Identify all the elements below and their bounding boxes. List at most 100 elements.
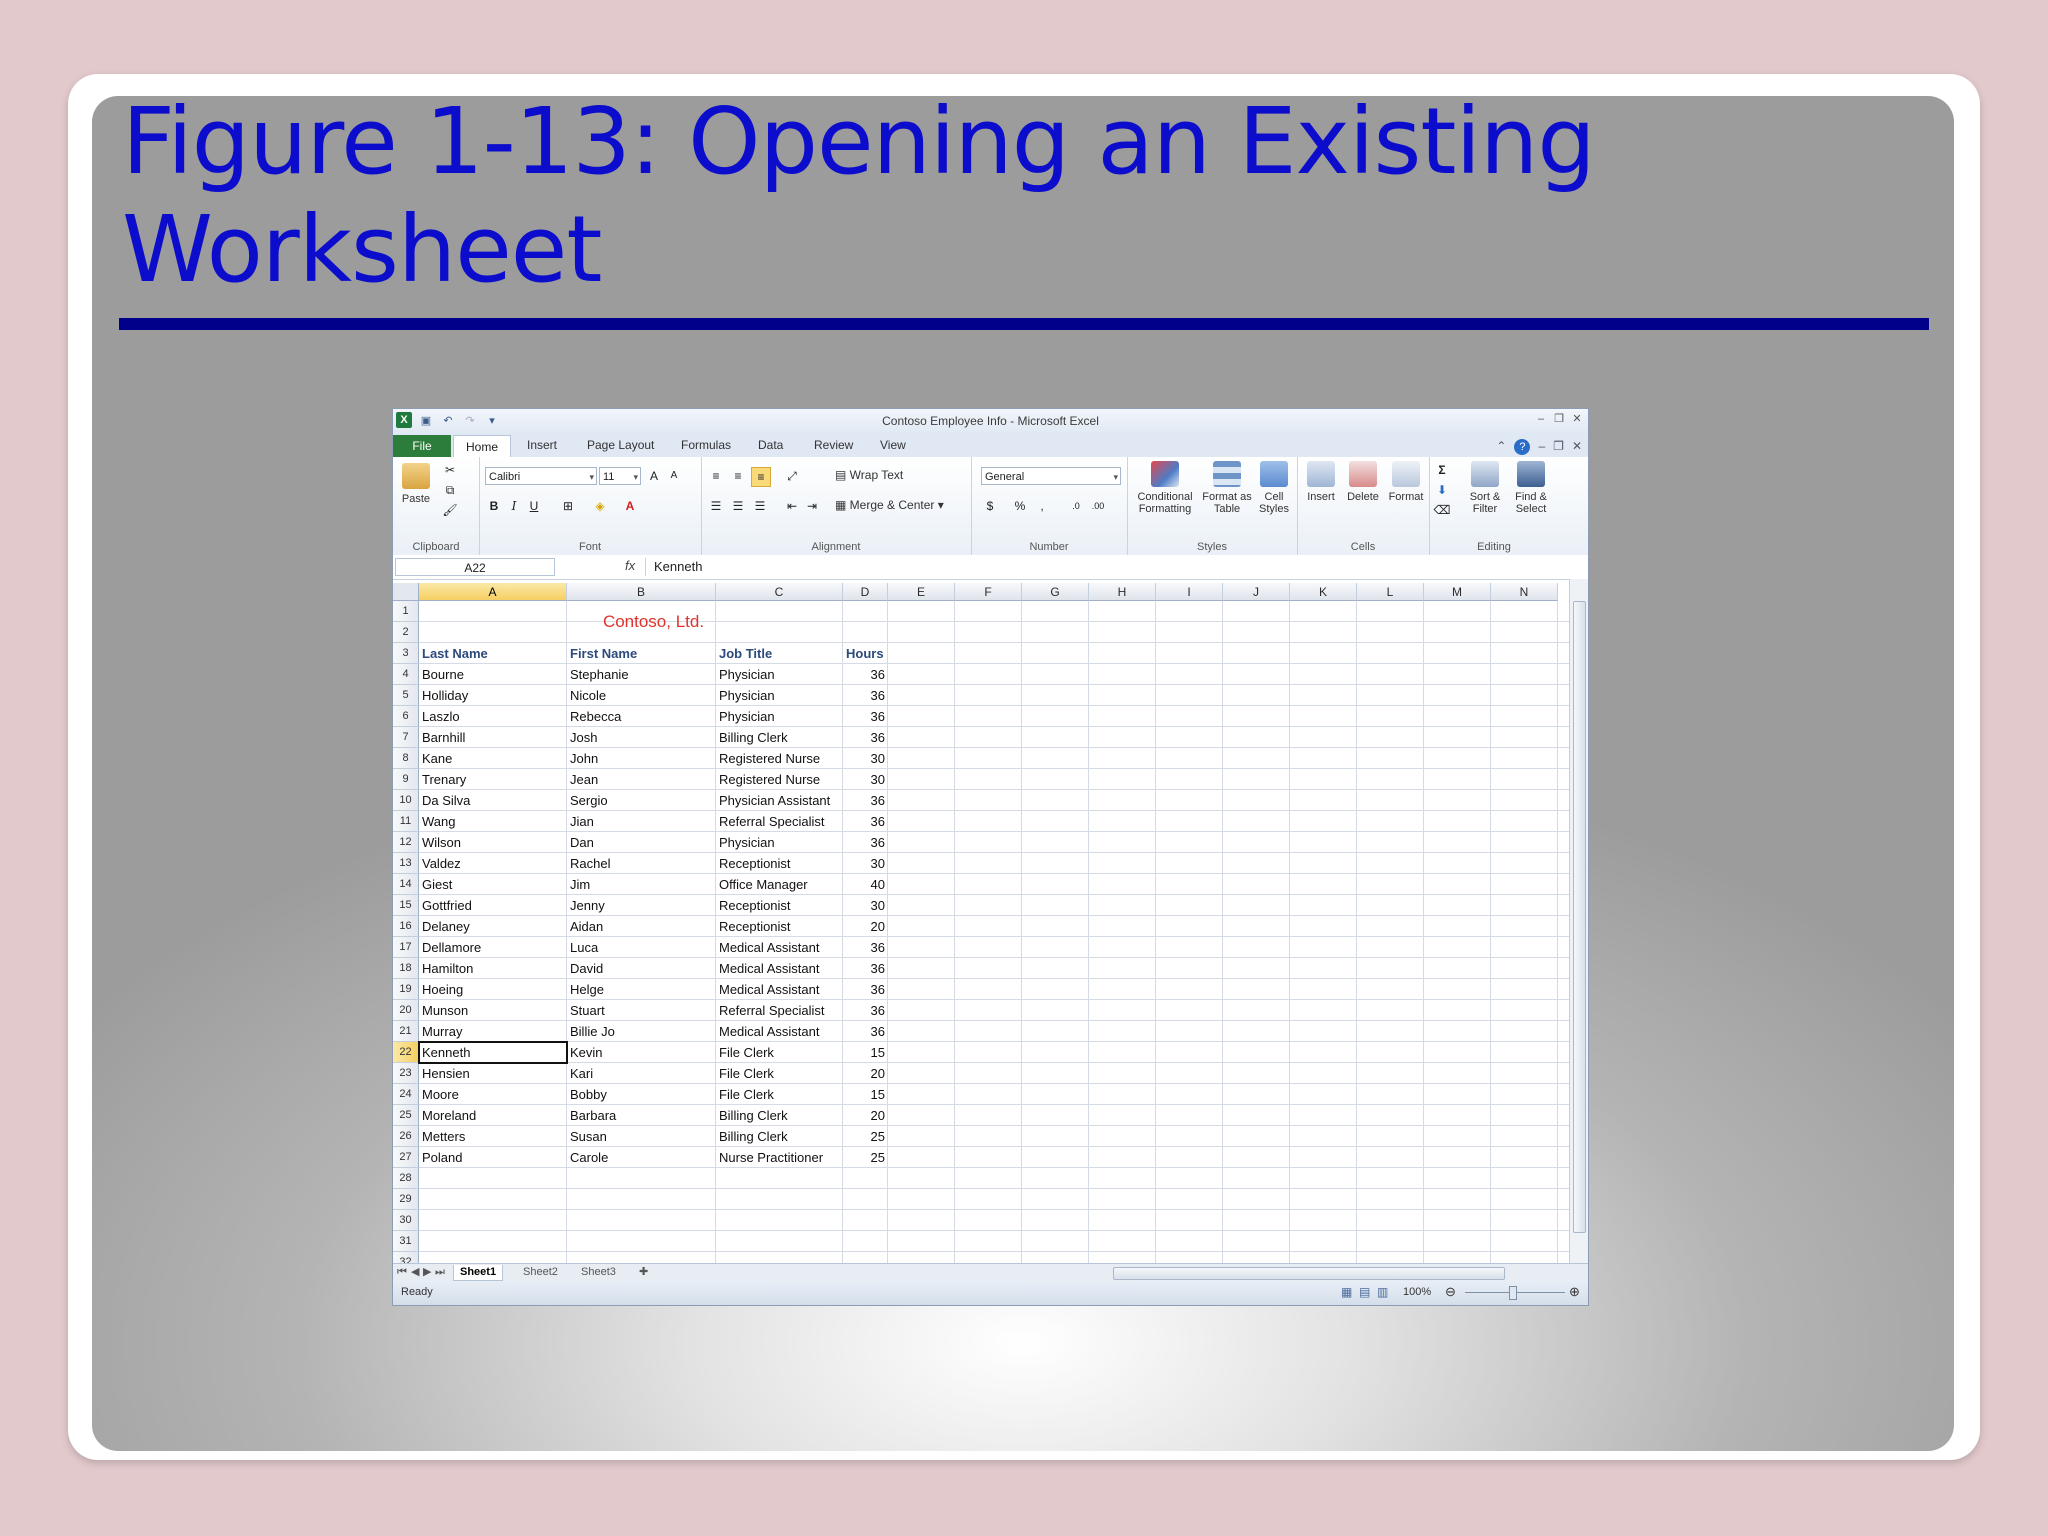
bold-button[interactable]: B <box>485 497 503 515</box>
table-cell[interactable]: Sergio <box>567 790 716 811</box>
comma-button[interactable]: , <box>1033 497 1051 515</box>
table-cell[interactable]: Registered Nurse <box>716 748 843 769</box>
align-middle-icon[interactable]: ≡ <box>729 467 747 485</box>
autosum-icon[interactable]: Σ <box>1433 461 1451 479</box>
table-cell[interactable]: Jenny <box>567 895 716 916</box>
column-header-h[interactable]: H <box>1089 583 1156 601</box>
font-color-icon[interactable]: A <box>621 497 639 515</box>
delete-cells-button[interactable]: Delete <box>1343 461 1383 503</box>
table-cell[interactable]: Rebecca <box>567 706 716 727</box>
merge-center-button[interactable]: ▦ Merge & Center ▾ <box>835 499 944 511</box>
zoom-slider-thumb[interactable] <box>1509 1286 1517 1300</box>
underline-button[interactable]: U <box>525 497 543 515</box>
table-cell[interactable]: Medical Assistant <box>716 979 843 1000</box>
table-cell[interactable]: Billing Clerk <box>716 727 843 748</box>
paste-button[interactable]: Paste <box>399 463 433 505</box>
table-cell[interactable]: 15 <box>843 1042 888 1063</box>
table-cell[interactable]: Receptionist <box>716 916 843 937</box>
page-break-view-icon[interactable]: ▥ <box>1377 1285 1388 1299</box>
table-cell[interactable]: 20 <box>843 1063 888 1084</box>
table-cell[interactable]: Stuart <box>567 1000 716 1021</box>
table-cell[interactable]: Susan <box>567 1126 716 1147</box>
column-header-n[interactable]: N <box>1491 583 1558 601</box>
table-cell[interactable]: Bobby <box>567 1084 716 1105</box>
cut-icon[interactable]: ✂ <box>441 461 459 479</box>
table-cell[interactable]: Medical Assistant <box>716 937 843 958</box>
italic-button[interactable]: I <box>505 497 523 515</box>
wrap-text-button[interactable]: ▤ Wrap Text <box>835 469 903 481</box>
select-all-corner[interactable] <box>393 583 419 601</box>
sort-filter-button[interactable]: Sort & Filter <box>1463 461 1507 515</box>
format-as-table-button[interactable]: Format as Table <box>1201 461 1253 515</box>
cell-styles-button[interactable]: Cell Styles <box>1253 461 1295 515</box>
table-cell[interactable]: 15 <box>843 1084 888 1105</box>
restore-icon[interactable]: ❐ <box>1552 412 1566 426</box>
table-cell[interactable]: Josh <box>567 727 716 748</box>
row-header-19[interactable]: 19 <box>393 979 419 1000</box>
table-cell[interactable]: Kari <box>567 1063 716 1084</box>
row-header-11[interactable]: 11 <box>393 811 419 832</box>
table-cell[interactable]: 20 <box>843 1105 888 1126</box>
percent-button[interactable]: % <box>1011 497 1029 515</box>
table-cell[interactable]: 30 <box>843 853 888 874</box>
vertical-scroll-thumb[interactable] <box>1573 601 1586 1233</box>
column-header-i[interactable]: I <box>1156 583 1223 601</box>
table-cell[interactable]: Barnhill <box>419 727 567 748</box>
row-header-3[interactable]: 3 <box>393 643 419 664</box>
row-header-29[interactable]: 29 <box>393 1189 419 1210</box>
row-header-25[interactable]: 25 <box>393 1105 419 1126</box>
row-header-8[interactable]: 8 <box>393 748 419 769</box>
table-cell[interactable]: Barbara <box>567 1105 716 1126</box>
header-cell[interactable]: First Name <box>567 643 716 664</box>
copy-icon[interactable]: ⧉ <box>441 481 459 499</box>
table-cell[interactable]: Wang <box>419 811 567 832</box>
sheet-tab-1[interactable]: Sheet1 <box>453 1265 504 1281</box>
table-cell[interactable]: Laszlo <box>419 706 567 727</box>
number-format-combo[interactable]: General <box>981 467 1121 486</box>
header-cell[interactable]: Job Title <box>716 643 843 664</box>
align-right-icon[interactable]: ☰ <box>751 497 769 515</box>
table-cell[interactable]: Delaney <box>419 916 567 937</box>
workbook-close-icon[interactable]: ✕ <box>1572 439 1582 455</box>
column-header-l[interactable]: L <box>1357 583 1424 601</box>
tab-data[interactable]: Data <box>758 438 783 452</box>
row-header-5[interactable]: 5 <box>393 685 419 706</box>
table-cell[interactable]: Hamilton <box>419 958 567 979</box>
table-cell[interactable]: 36 <box>843 1000 888 1021</box>
row-header-12[interactable]: 12 <box>393 832 419 853</box>
row-header-18[interactable]: 18 <box>393 958 419 979</box>
table-cell[interactable]: Valdez <box>419 853 567 874</box>
table-cell[interactable]: 36 <box>843 958 888 979</box>
table-cell[interactable]: Medical Assistant <box>716 958 843 979</box>
table-cell[interactable]: Nurse Practitioner <box>716 1147 843 1168</box>
zoom-in-icon[interactable]: ⊕ <box>1569 1284 1580 1300</box>
minimize-icon[interactable]: – <box>1534 412 1548 426</box>
table-cell[interactable]: Nicole <box>567 685 716 706</box>
table-cell[interactable]: Referral Specialist <box>716 1000 843 1021</box>
table-cell[interactable]: Trenary <box>419 769 567 790</box>
row-header-10[interactable]: 10 <box>393 790 419 811</box>
table-cell[interactable]: Billing Clerk <box>716 1126 843 1147</box>
fill-color-icon[interactable]: ◈ <box>591 497 609 515</box>
table-cell[interactable]: Poland <box>419 1147 567 1168</box>
table-cell[interactable]: Receptionist <box>716 895 843 916</box>
table-cell[interactable]: David <box>567 958 716 979</box>
align-center-icon[interactable]: ☰ <box>729 497 747 515</box>
table-cell[interactable]: Aidan <box>567 916 716 937</box>
table-cell[interactable]: Jean <box>567 769 716 790</box>
table-cell[interactable]: Kane <box>419 748 567 769</box>
column-header-f[interactable]: F <box>955 583 1022 601</box>
help-icon[interactable]: ? <box>1514 439 1531 455</box>
table-cell[interactable]: Hensien <box>419 1063 567 1084</box>
table-cell[interactable]: Hoeing <box>419 979 567 1000</box>
table-cell[interactable]: Luca <box>567 937 716 958</box>
table-cell[interactable]: Dellamore <box>419 937 567 958</box>
align-top-icon[interactable]: ≡ <box>707 467 725 485</box>
formula-input[interactable]: Kenneth <box>645 558 1574 576</box>
table-cell[interactable]: Munson <box>419 1000 567 1021</box>
company-title-cell[interactable]: Contoso, Ltd. <box>419 601 888 643</box>
table-cell[interactable]: Registered Nurse <box>716 769 843 790</box>
minimize-ribbon-icon[interactable]: ⌃ <box>1496 439 1506 455</box>
row-header-14[interactable]: 14 <box>393 874 419 895</box>
close-icon[interactable]: ✕ <box>1570 412 1584 426</box>
